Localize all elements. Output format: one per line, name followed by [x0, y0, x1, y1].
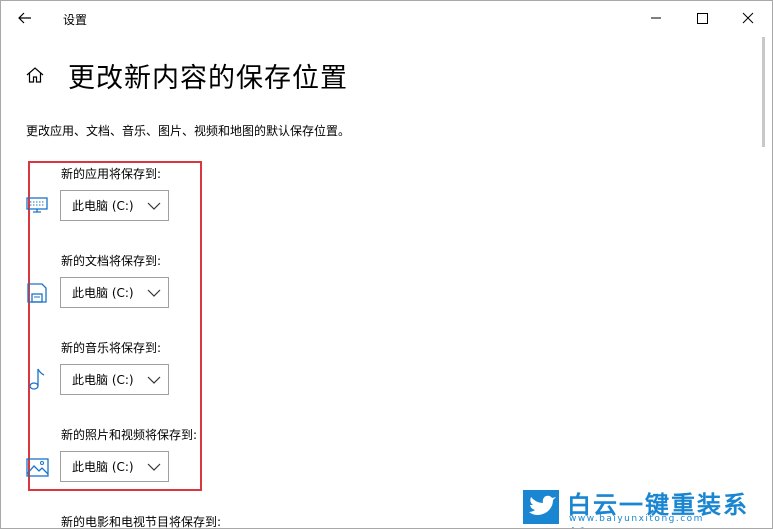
photos-videos-location-dropdown[interactable]: 此电脑 (C:)	[60, 451, 169, 482]
watermark-url: www.baiyunxitong.com	[569, 514, 704, 524]
dropdown-value: 此电脑 (C:)	[72, 460, 134, 474]
documents-location-dropdown[interactable]: 此电脑 (C:)	[60, 277, 169, 308]
window-title: 设置	[63, 13, 88, 27]
minimize-icon	[651, 17, 661, 19]
home-icon	[26, 67, 44, 83]
title-bar: 设置	[1, 1, 772, 35]
dropdown-value: 此电脑 (C:)	[72, 199, 134, 213]
picture-icon	[25, 456, 51, 480]
page-title: 更改新内容的保存位置	[68, 63, 348, 94]
page-description: 更改应用、文档、音乐、图片、视频和地图的默认保存位置。	[26, 124, 351, 138]
close-button[interactable]	[725, 6, 771, 30]
chevron-down-icon	[147, 463, 161, 471]
back-arrow-icon	[18, 12, 31, 24]
photos-videos-save-label: 新的照片和视频将保存到:	[61, 428, 198, 442]
scrollbar[interactable]	[762, 37, 765, 147]
dropdown-value: 此电脑 (C:)	[72, 286, 134, 300]
apps-location-dropdown[interactable]: 此电脑 (C:)	[60, 190, 169, 221]
close-icon	[742, 12, 754, 24]
chevron-down-icon	[147, 376, 161, 384]
maximize-icon	[697, 13, 708, 24]
settings-window: 设置 更改新内容的保存位置 更改应用、文档、音乐、图片、视频和地图的默认保存位置…	[0, 0, 773, 529]
minimize-button[interactable]	[633, 6, 679, 30]
apps-save-label: 新的应用将保存到:	[61, 167, 162, 181]
home-button[interactable]	[25, 65, 45, 85]
back-button[interactable]	[11, 7, 39, 29]
twitter-bird-logo-icon	[523, 490, 559, 524]
chevron-down-icon	[147, 202, 161, 210]
movies-tv-save-label: 新的电影和电视节目将保存到:	[61, 515, 222, 529]
music-save-label: 新的音乐将保存到:	[61, 341, 162, 355]
music-note-icon	[25, 367, 51, 391]
chevron-down-icon	[147, 289, 161, 297]
document-drive-icon	[25, 281, 51, 305]
documents-save-label: 新的文档将保存到:	[61, 254, 162, 268]
dropdown-value: 此电脑 (C:)	[72, 373, 134, 387]
maximize-button[interactable]	[679, 6, 725, 30]
monitor-icon	[25, 194, 51, 218]
watermark: 白云一键重装系统 www.baiyunxitong.com	[511, 485, 771, 528]
music-location-dropdown[interactable]: 此电脑 (C:)	[60, 364, 169, 395]
